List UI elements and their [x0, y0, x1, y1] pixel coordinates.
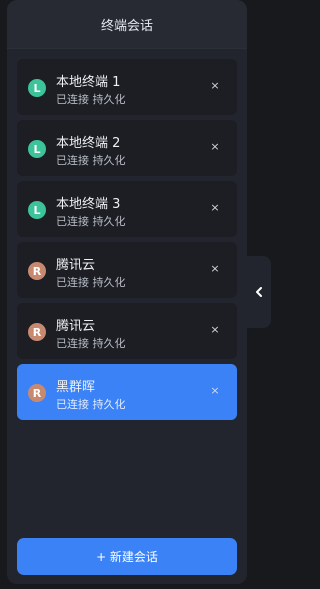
session-name: 本地终端 1 [56, 75, 121, 90]
remote-badge-icon: R [28, 384, 46, 402]
session-status: 已连接 持久化 [56, 154, 126, 167]
local-badge-icon: L [28, 140, 46, 158]
session-status: 已连接 持久化 [56, 276, 126, 289]
terminal-sessions-panel: 终端会话 L 本地终端 1 已连接 持久化 × L 本地终端 2 已连接 持久化… [7, 0, 247, 584]
close-icon[interactable]: × [209, 79, 221, 93]
session-item-active[interactable]: R 黑群晖 已连接 持久化 × [17, 364, 237, 420]
close-icon[interactable]: × [209, 140, 221, 154]
collapse-panel-button[interactable] [247, 256, 271, 328]
session-list: L 本地终端 1 已连接 持久化 × L 本地终端 2 已连接 持久化 × L … [17, 59, 237, 425]
local-badge-icon: L [28, 201, 46, 219]
close-icon[interactable]: × [209, 201, 221, 215]
session-status: 已连接 持久化 [56, 215, 126, 228]
session-item[interactable]: L 本地终端 2 已连接 持久化 × [17, 120, 237, 176]
panel-header: 终端会话 [7, 0, 247, 49]
session-status: 已连接 持久化 [56, 398, 126, 411]
session-name: 腾讯云 [56, 319, 96, 334]
new-session-button[interactable]: + 新建会话 [17, 538, 237, 575]
close-icon[interactable]: × [209, 384, 221, 398]
session-item[interactable]: L 本地终端 3 已连接 持久化 × [17, 181, 237, 237]
close-icon[interactable]: × [209, 262, 221, 276]
chevron-left-icon [256, 287, 262, 297]
remote-badge-icon: R [28, 323, 46, 341]
session-item[interactable]: L 本地终端 1 已连接 持久化 × [17, 59, 237, 115]
remote-badge-icon: R [28, 262, 46, 280]
session-item[interactable]: R 腾讯云 已连接 持久化 × [17, 242, 237, 298]
session-status: 已连接 持久化 [56, 337, 126, 350]
session-name: 腾讯云 [56, 258, 96, 273]
session-name: 本地终端 2 [56, 136, 121, 151]
session-item[interactable]: R 腾讯云 已连接 持久化 × [17, 303, 237, 359]
session-name: 本地终端 3 [56, 197, 121, 212]
session-name: 黑群晖 [56, 380, 96, 395]
panel-title: 终端会话 [100, 18, 153, 34]
local-badge-icon: L [28, 79, 46, 97]
session-status: 已连接 持久化 [56, 93, 126, 106]
close-icon[interactable]: × [209, 323, 221, 337]
